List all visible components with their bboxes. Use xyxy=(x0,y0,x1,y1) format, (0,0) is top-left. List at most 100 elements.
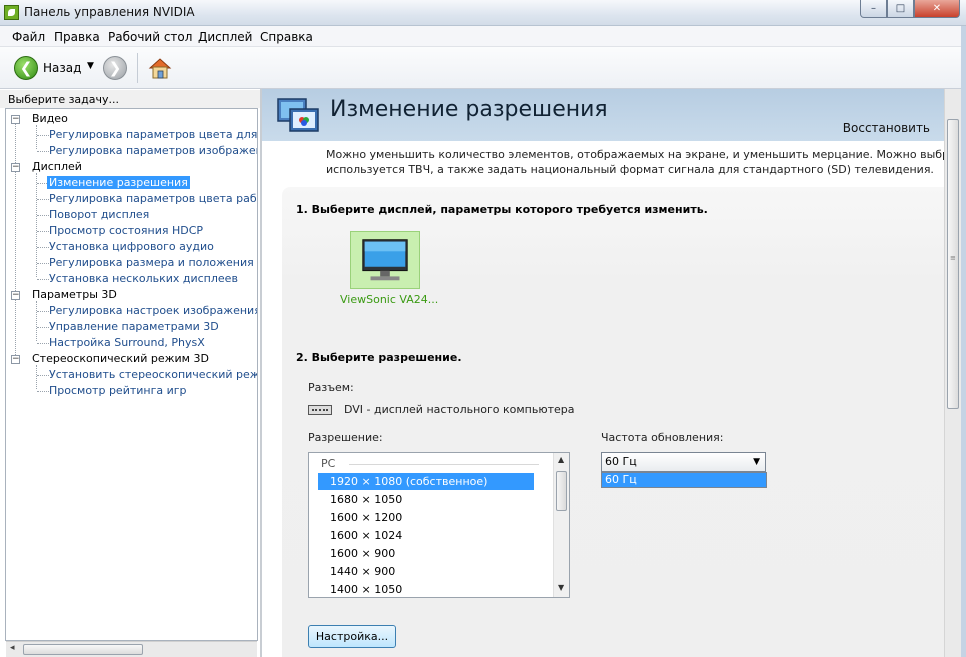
content-panel: Изменение разрешения Восстановить Можно … xyxy=(262,89,944,657)
connector-label: Разъем: xyxy=(308,381,354,394)
maximize-button[interactable]: □ xyxy=(887,0,914,18)
tree-line xyxy=(37,391,49,392)
scroll-up-icon[interactable]: ▲ xyxy=(558,455,564,464)
tree-item-game-ratings[interactable]: Просмотр рейтинга игр xyxy=(49,383,187,399)
chevron-down-icon[interactable]: ▼ xyxy=(753,453,760,471)
resolution-option[interactable]: 1600 × 900 xyxy=(318,545,534,562)
scroll-thumb[interactable] xyxy=(23,644,143,655)
forward-arrow-icon[interactable]: ❯ xyxy=(103,56,127,80)
tree-category-video[interactable]: Видео xyxy=(32,111,68,127)
tree-line xyxy=(37,247,49,248)
tree-item-rotate-display[interactable]: Поворот дисплея xyxy=(49,207,149,223)
back-button-label[interactable]: Назад xyxy=(43,61,81,75)
description-line-1: Можно уменьшить количество элементов, от… xyxy=(326,148,944,161)
tree-item-image-settings-preview[interactable]: Регулировка настроек изображения с пр xyxy=(49,303,257,319)
history-dropdown-icon[interactable]: ▼ xyxy=(87,61,94,71)
tree-line xyxy=(37,343,49,344)
close-button[interactable]: ✕ xyxy=(914,0,960,18)
description-line-2: используется ТВЧ, а также задать национа… xyxy=(326,163,934,176)
scroll-thumb[interactable] xyxy=(556,471,567,511)
back-arrow-icon[interactable]: ❮ xyxy=(14,56,38,80)
resolution-option[interactable]: 1400 × 1050 xyxy=(318,581,534,597)
task-tree-hscrollbar[interactable]: ◂ xyxy=(6,641,257,657)
expander-3d[interactable]: − xyxy=(11,291,20,300)
expander-video[interactable]: − xyxy=(11,115,20,124)
tree-item-manage-3d[interactable]: Управление параметрами 3D xyxy=(49,319,219,335)
resolution-option[interactable]: 1600 × 1200 xyxy=(318,509,534,526)
monitor-icon xyxy=(362,239,408,281)
resolution-list-scrollbar[interactable]: ▲ ▼ xyxy=(553,453,569,597)
tree-item-video-color[interactable]: Регулировка параметров цвета для вид xyxy=(49,127,257,143)
tree-line xyxy=(15,121,16,361)
home-icon[interactable] xyxy=(148,56,172,80)
tree-line xyxy=(37,327,49,328)
customize-button[interactable]: Настройка... xyxy=(308,625,396,648)
tree-category-stereo-3d[interactable]: Стереоскопический режим 3D xyxy=(32,351,209,367)
resolution-label: Разрешение: xyxy=(308,431,383,444)
title-bar: Панель управления NVIDIA – □ ✕ xyxy=(0,0,966,26)
expander-stereo[interactable]: − xyxy=(11,355,20,364)
resolution-option[interactable]: 1680 × 1050 xyxy=(318,491,534,508)
menu-help[interactable]: Справка xyxy=(260,30,313,44)
tree-line xyxy=(37,279,49,280)
restore-defaults-link[interactable]: Восстановить xyxy=(843,121,930,135)
tree-item-surround-physx[interactable]: Настройка Surround, PhysX xyxy=(49,335,205,351)
tree-line xyxy=(36,301,37,341)
menu-display[interactable]: Дисплей xyxy=(198,30,252,44)
tree-item-video-image[interactable]: Регулировка параметров изображения д xyxy=(49,143,257,159)
resolution-group-header: PC xyxy=(321,457,336,470)
task-panel-title: Выберите задачу... xyxy=(8,93,120,106)
menu-desktop[interactable]: Рабочий стол xyxy=(108,30,192,44)
refresh-rate-select[interactable]: 60 Гц ▼ xyxy=(601,452,766,472)
menu-bar: Файл Правка Рабочий стол Дисплей Справка xyxy=(0,26,966,47)
tree-line xyxy=(37,199,49,200)
connector-value: DVI - дисплей настольного компьютера xyxy=(344,403,575,416)
refresh-rate-value: 60 Гц xyxy=(605,455,637,468)
tree-item-desktop-size[interactable]: Регулировка размера и положения рабо xyxy=(49,255,257,271)
task-panel-header: Выберите задачу... xyxy=(0,90,260,108)
display-tile[interactable] xyxy=(350,231,420,289)
tree-line xyxy=(36,125,37,149)
tree-line xyxy=(37,311,49,312)
tree-item-set-stereo[interactable]: Установить стереоскопический режим 3 xyxy=(49,367,257,383)
expander-display[interactable]: − xyxy=(11,163,20,172)
tree-line xyxy=(36,173,37,277)
resolution-option[interactable]: 1440 × 900 xyxy=(318,563,534,580)
tree-category-display[interactable]: Дисплей xyxy=(32,159,82,175)
task-tree: − Видео Регулировка параметров цвета для… xyxy=(5,108,258,641)
refresh-rate-label: Частота обновления: xyxy=(601,431,724,444)
scroll-left-icon[interactable]: ◂ xyxy=(10,643,15,653)
refresh-rate-option[interactable]: 60 Гц xyxy=(605,473,637,486)
tree-line xyxy=(37,215,49,216)
dvi-connector-icon xyxy=(308,405,332,415)
tree-line xyxy=(37,151,49,152)
settings-section: 1. Выберите дисплей, параметры которого … xyxy=(282,187,944,657)
scroll-thumb[interactable] xyxy=(947,119,959,409)
minimize-button[interactable]: – xyxy=(860,0,887,18)
refresh-rate-dropdown[interactable]: 60 Гц xyxy=(601,472,767,488)
scroll-grip-icon: ≡ xyxy=(950,254,956,262)
tree-item-digital-audio[interactable]: Установка цифрового аудио xyxy=(49,239,214,255)
menu-file[interactable]: Файл xyxy=(12,30,45,44)
tree-item-change-resolution[interactable]: Изменение разрешения xyxy=(47,175,190,191)
window-frame xyxy=(961,26,966,657)
toolbar: ❮ Назад ▼ ❯ xyxy=(0,47,966,89)
display-name[interactable]: ViewSonic VA24... xyxy=(340,293,438,306)
tree-line xyxy=(37,375,49,376)
scroll-down-icon[interactable]: ▼ xyxy=(558,583,564,592)
resolution-option[interactable]: 1920 × 1080 (собственное) xyxy=(318,473,534,490)
tree-item-hdcp-status[interactable]: Просмотр состояния HDCP xyxy=(49,223,203,239)
content-scrollbar[interactable]: ≡ xyxy=(944,89,961,657)
menu-edit[interactable]: Правка xyxy=(54,30,100,44)
display-resolution-icon xyxy=(277,98,319,132)
tree-item-change-resolution-label: Изменение разрешения xyxy=(47,176,190,189)
group-divider xyxy=(349,464,539,465)
page-title: Изменение разрешения xyxy=(330,97,608,122)
resolution-option[interactable]: 1600 × 1024 xyxy=(318,527,534,544)
tree-line xyxy=(37,135,49,136)
tree-item-desktop-color[interactable]: Регулировка параметров цвета рабочег xyxy=(49,191,257,207)
tree-category-3d[interactable]: Параметры 3D xyxy=(32,287,117,303)
tree-line xyxy=(36,365,37,389)
resolution-list[interactable]: PC 1920 × 1080 (собственное) 1680 × 1050… xyxy=(308,452,570,598)
tree-item-multiple-displays[interactable]: Установка нескольких дисплеев xyxy=(49,271,238,287)
